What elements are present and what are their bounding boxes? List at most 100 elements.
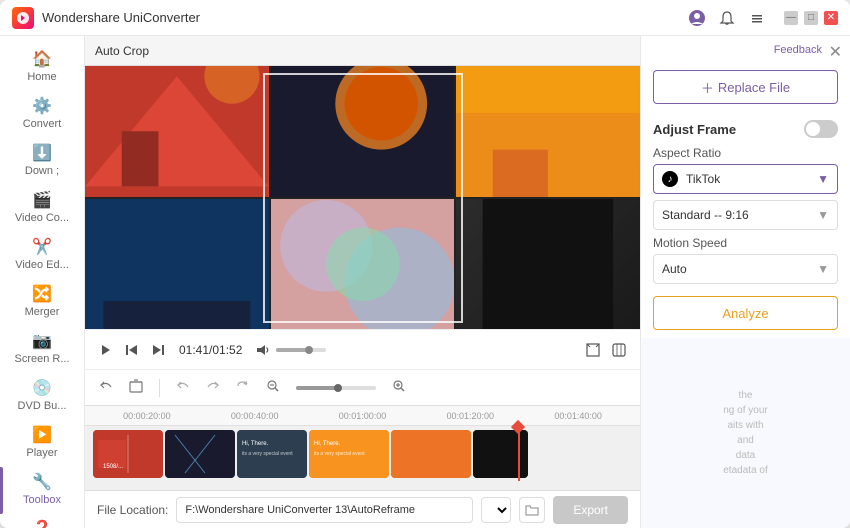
aspect-ratio-dropdown[interactable]: ♪ TikTok ▼: [653, 164, 838, 194]
aspect-ratio-sub-value: Standard -- 9:16: [662, 208, 749, 222]
bg-text-3: aits with: [727, 420, 763, 431]
timeline-playhead: [518, 426, 520, 481]
sidebar-item-player[interactable]: ▶️ Player: [0, 420, 84, 467]
app-title: Wondershare UniConverter: [42, 10, 686, 25]
panel-close-button[interactable]: ✕: [829, 42, 842, 62]
prev-button[interactable]: [123, 341, 141, 359]
timeline-area[interactable]: 00:00:20:00 00:00:40:00 00:01:00:00 00:0…: [85, 405, 640, 490]
bell-icon[interactable]: [716, 7, 738, 29]
replace-file-label: Replace File: [718, 80, 790, 95]
feedback-link[interactable]: Feedback: [774, 44, 822, 56]
sidebar-item-video-compress-label: Video Co...: [15, 212, 69, 224]
divider-1: [159, 379, 160, 397]
delete-button[interactable]: [125, 377, 147, 398]
ruler-mark-3: 00:01:00:00: [309, 411, 417, 421]
sidebar-item-merger-label: Merger: [25, 306, 60, 318]
adjust-frame-toggle[interactable]: [804, 120, 838, 138]
folder-button[interactable]: [519, 497, 545, 523]
timeline-track: 1508/... Hi, There.: [85, 426, 640, 481]
sidebar: 🏠 Home ⚙️ Convert ⬇️ Down ; 🎬 Video Co..…: [0, 36, 85, 528]
file-path-dropdown[interactable]: [481, 497, 511, 523]
window-controls: — □ ✕: [784, 11, 838, 25]
volume-bar[interactable]: [276, 348, 326, 352]
toggle-thumb: [806, 122, 820, 136]
sidebar-item-screen-rec[interactable]: 📷 Screen R...: [0, 326, 84, 373]
undo-move-button[interactable]: [95, 377, 117, 398]
svg-text:its a very special event: its a very special event: [314, 451, 365, 457]
close-button[interactable]: ✕: [824, 11, 838, 25]
zoom-fill: [296, 386, 336, 390]
menu-icon[interactable]: [746, 7, 768, 29]
aspect-ratio-sub-dropdown[interactable]: Standard -- 9:16 ▼: [653, 200, 838, 230]
sidebar-item-toolbox[interactable]: 🔧 Toolbox: [0, 467, 84, 514]
video-compress-icon: 🎬: [32, 193, 52, 209]
player-icon: ▶️: [32, 428, 52, 444]
crop-view-button[interactable]: [610, 341, 628, 359]
track-thumb-2[interactable]: [165, 430, 235, 478]
video-edit-icon: ✂️: [32, 240, 52, 256]
motion-speed-value: Auto: [662, 262, 687, 276]
app-window: Wondershare UniConverter: [0, 0, 850, 528]
sidebar-item-merger[interactable]: 🔀 Merger: [0, 279, 84, 326]
track-thumb-4[interactable]: Hi, There. its a very special event: [309, 430, 389, 478]
app-logo: [12, 7, 34, 29]
sidebar-item-convert[interactable]: ⚙️ Convert: [0, 91, 84, 138]
crop-overlay: [263, 73, 463, 323]
track-thumb-3[interactable]: Hi, There. its a very special event: [237, 430, 307, 478]
adjust-frame-title: Adjust Frame: [653, 120, 838, 138]
zoom-out-button[interactable]: [262, 377, 284, 398]
file-path-input[interactable]: [176, 497, 473, 523]
main-layout: 🏠 Home ⚙️ Convert ⬇️ Down ; 🎬 Video Co..…: [0, 36, 850, 528]
bg-text-2: ng of your: [723, 405, 767, 416]
video-area: [85, 66, 640, 329]
analyze-button[interactable]: Analyze: [653, 296, 838, 330]
play-button[interactable]: [97, 341, 115, 359]
toolbox-icon: 🔧: [32, 475, 52, 491]
bg-text-6: etadata of: [723, 465, 767, 476]
screen-rec-icon: 📷: [32, 334, 52, 350]
player-icon-right: [584, 341, 628, 359]
aspect-ratio-sub-arrow: ▼: [817, 208, 829, 222]
volume-thumb: [305, 346, 313, 354]
ruler-mark-5: 00:01:40:00: [524, 411, 632, 421]
sidebar-item-video-edit[interactable]: ✂️ Video Ed...: [0, 232, 84, 279]
minimize-button[interactable]: —: [784, 11, 798, 25]
export-button[interactable]: Export: [553, 496, 628, 524]
player-controls: 01:41/01:52: [85, 329, 640, 369]
sidebar-item-video-compress[interactable]: 🎬 Video Co...: [0, 185, 84, 232]
bg-text-4: and: [737, 435, 754, 446]
track-thumb-1[interactable]: 1508/...: [93, 430, 163, 478]
sidebar-item-toolbox-label: Toolbox: [23, 494, 61, 506]
help-icon: ❓: [32, 522, 52, 528]
zoom-in-button[interactable]: [388, 377, 410, 398]
zoom-bar[interactable]: [296, 386, 376, 390]
undo-button[interactable]: [172, 377, 194, 398]
convert-icon: ⚙️: [32, 99, 52, 115]
volume-fill: [276, 348, 306, 352]
refresh-timeline-button[interactable]: [232, 377, 254, 398]
track-thumb-5[interactable]: [391, 430, 471, 478]
sidebar-item-download[interactable]: ⬇️ Down ;: [0, 138, 84, 185]
maximize-button[interactable]: □: [804, 11, 818, 25]
user-icon[interactable]: [686, 7, 708, 29]
tiktok-icon: ♪: [662, 171, 678, 187]
home-icon: 🏠: [32, 52, 52, 68]
replace-file-button[interactable]: ＋ Replace File: [653, 70, 838, 104]
motion-speed-dropdown[interactable]: Auto ▼: [653, 254, 838, 284]
sidebar-bottom: ❓ 🔔 🔄: [0, 514, 84, 528]
sidebar-item-home[interactable]: 🏠 Home: [0, 44, 84, 91]
video-cell-3: [456, 66, 640, 197]
fullscreen-button[interactable]: [584, 341, 602, 359]
video-cell-1: [85, 66, 269, 197]
sidebar-item-video-edit-label: Video Ed...: [15, 259, 69, 271]
dvd-icon: 💿: [32, 381, 52, 397]
sidebar-item-dvd[interactable]: 💿 DVD Bu...: [0, 373, 84, 420]
aspect-ratio-value: TikTok: [686, 172, 720, 186]
right-panel: Feedback ✕ ＋ Replace File Adjust Frame A…: [640, 36, 850, 528]
volume-button[interactable]: [254, 341, 272, 359]
download-icon: ⬇️: [32, 146, 52, 162]
next-button[interactable]: [149, 341, 167, 359]
redo-button[interactable]: [202, 377, 224, 398]
sidebar-item-help[interactable]: ❓: [0, 514, 84, 528]
sidebar-item-dvd-label: DVD Bu...: [18, 400, 67, 412]
